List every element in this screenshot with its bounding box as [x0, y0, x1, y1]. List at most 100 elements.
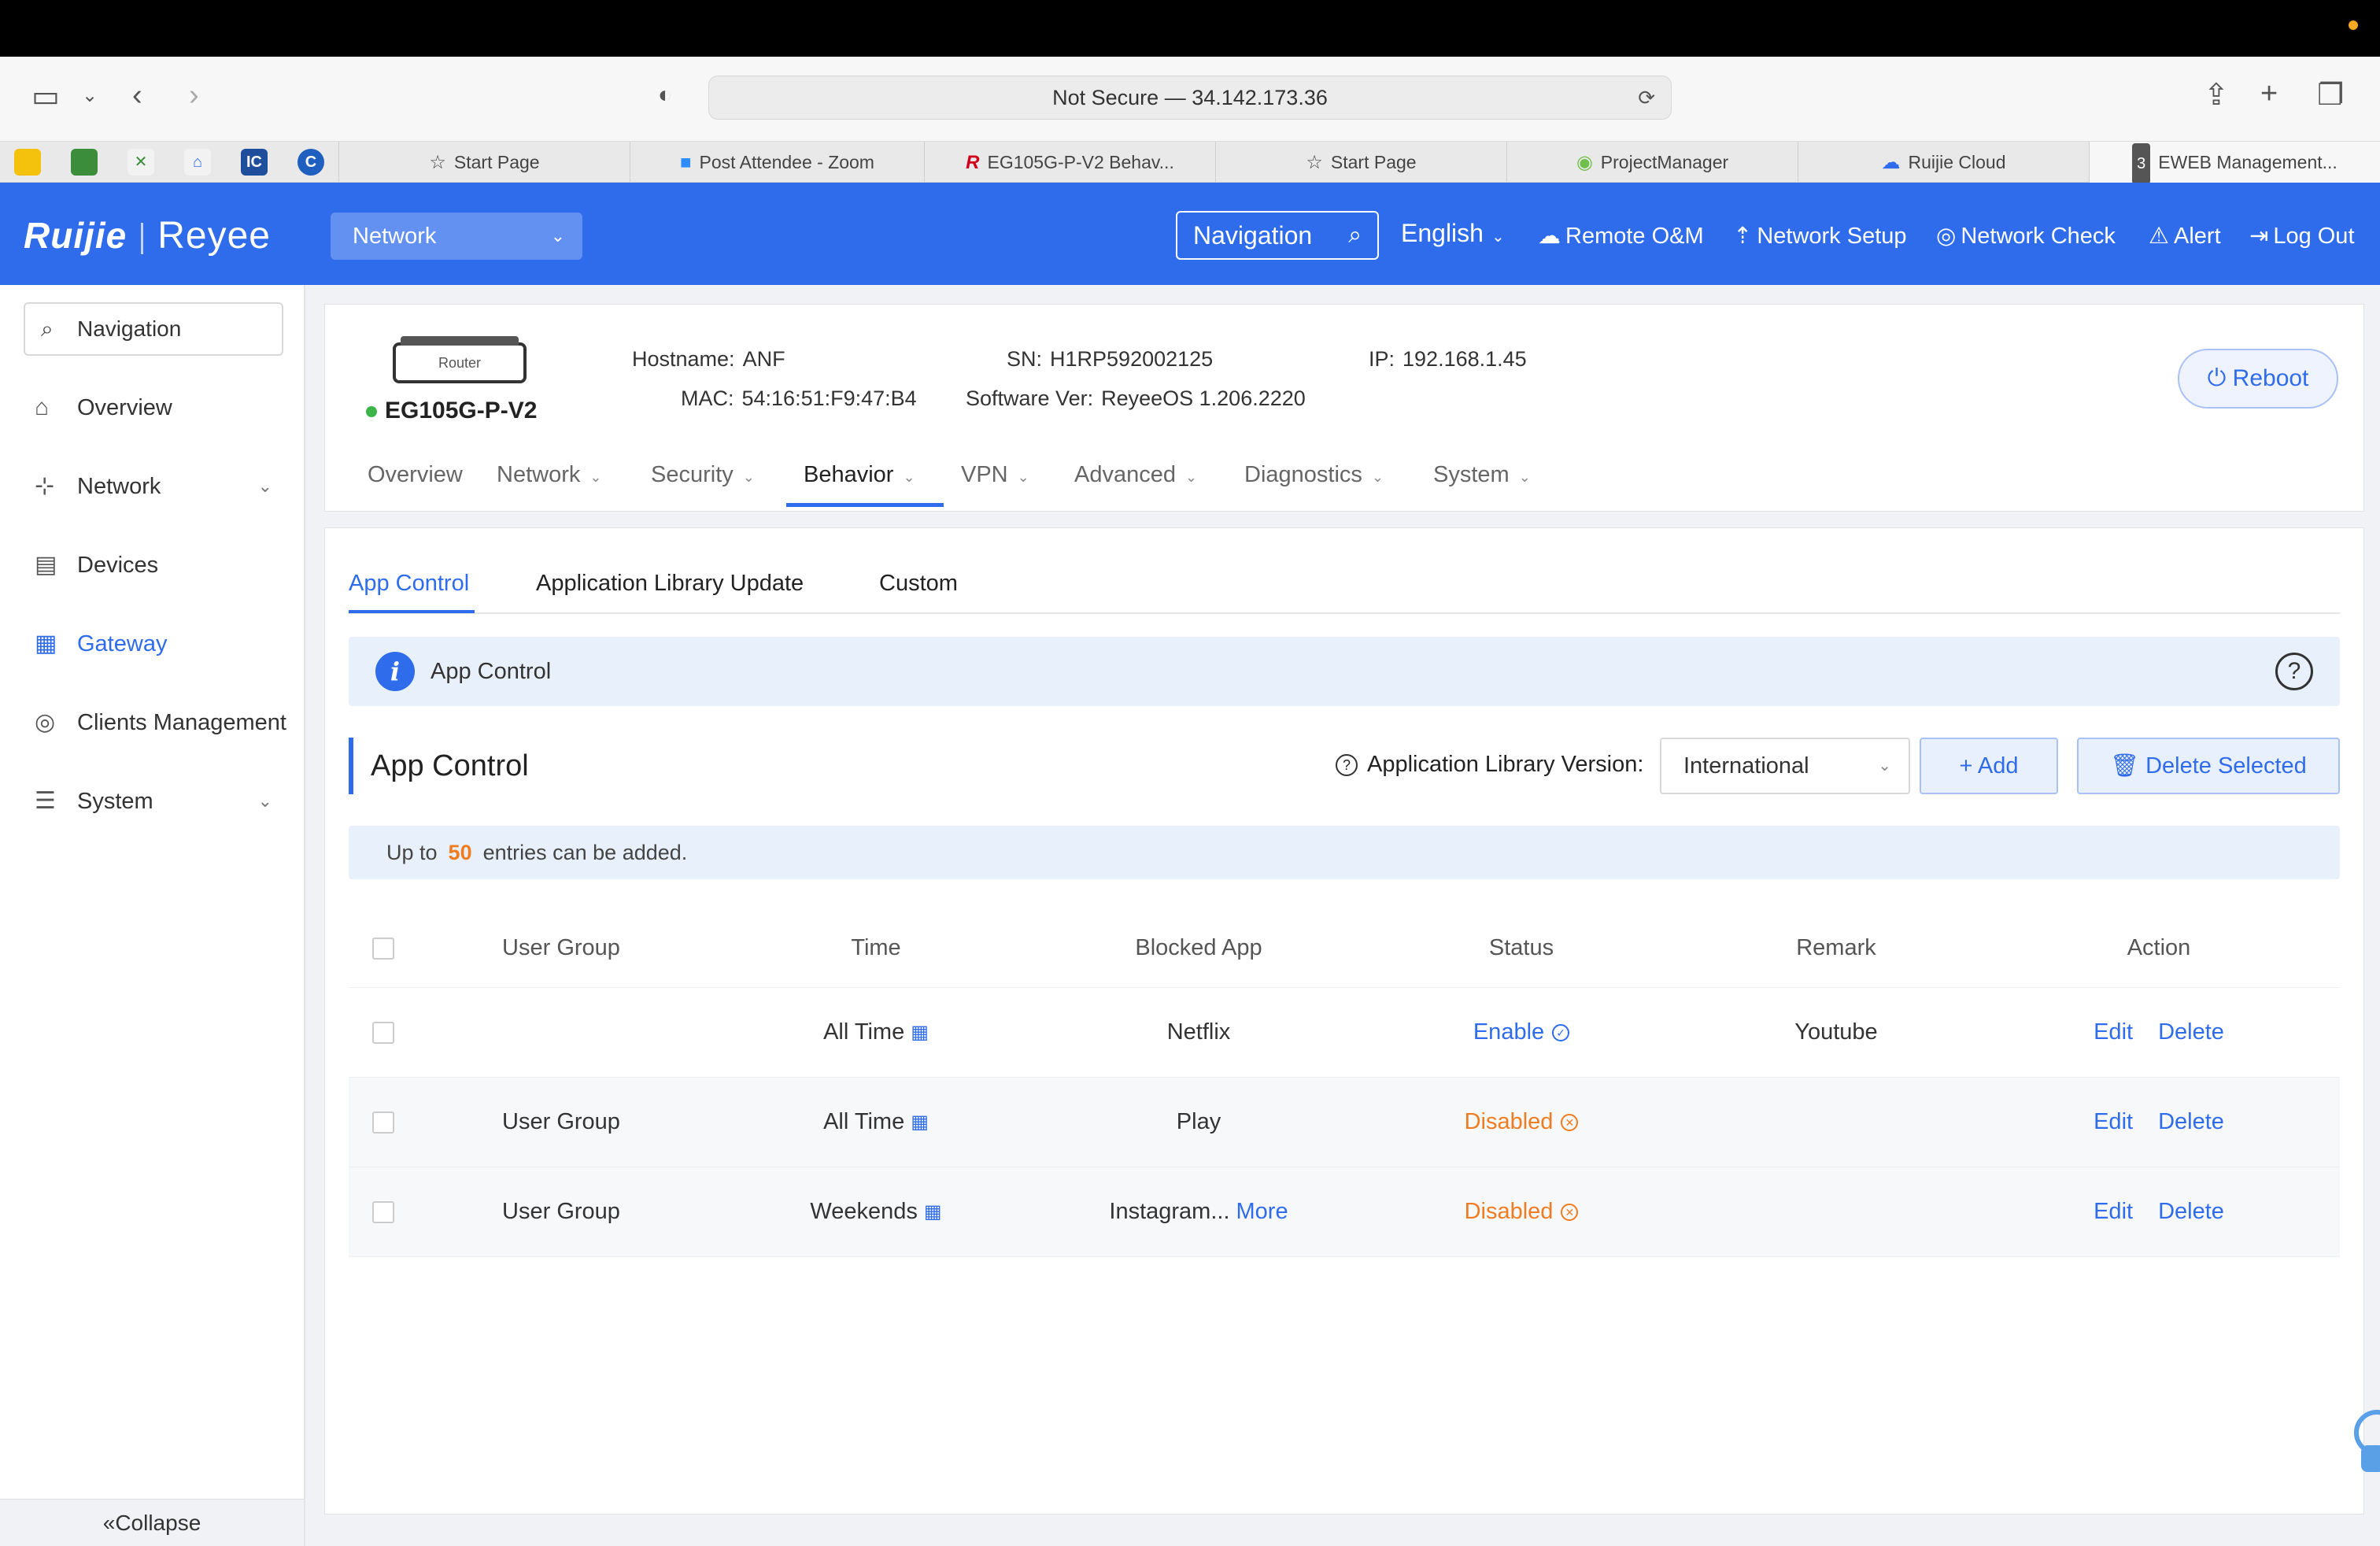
navigation-search-button[interactable]: Navigation ⌕	[1176, 211, 1379, 260]
sidebar-item-network[interactable]: ⊹ Network ⌄	[0, 463, 304, 510]
favicon-bookmark-ic[interactable]: IC	[241, 149, 268, 176]
support-chat-icon[interactable]	[2345, 1401, 2380, 1477]
tab-overview-icon[interactable]: ❐	[2317, 80, 2344, 110]
url-bar[interactable]: Not Secure — 34.142.173.36 ⟳	[708, 76, 1672, 120]
logout-link[interactable]: ⇥ Log Out	[2249, 222, 2355, 250]
devices-icon: ▤	[35, 552, 57, 578]
more-link[interactable]: More	[1236, 1199, 1288, 1225]
subtab-custom[interactable]: Custom	[879, 571, 958, 597]
header-time: Time	[851, 935, 901, 960]
star-icon: ☆	[1306, 152, 1323, 173]
tab-system[interactable]: System ⌄	[1433, 462, 1531, 488]
calendar-icon[interactable]: ▦	[911, 1111, 929, 1134]
tab-eweb-management[interactable]: 3 EWEB Management...	[2089, 142, 2380, 183]
tab-vpn[interactable]: VPN ⌄	[961, 462, 1029, 488]
alert-link[interactable]: ⚠ Alert	[2149, 222, 2221, 250]
delete-link[interactable]: Delete	[2158, 1019, 2224, 1045]
active-tab-indicator	[786, 503, 944, 507]
shield-icon[interactable]: ◐	[658, 83, 672, 107]
sidebar-toggle-icon[interactable]: ▭	[31, 82, 60, 112]
tab-security[interactable]: Security ⌄	[651, 462, 755, 488]
favicon-bookmark-1[interactable]	[14, 149, 41, 176]
sidebar-item-clients-management[interactable]: ◎ Clients Management	[0, 699, 304, 746]
tab-eg105g[interactable]: R EG105G-P-V2 Behav...	[924, 142, 1215, 183]
reboot-button[interactable]: ⏻ Reboot	[2178, 349, 2338, 409]
subtab-app-control[interactable]: App Control	[349, 571, 469, 597]
ip-info: IP: 192.168.1.45	[1369, 347, 1527, 371]
tab-diagnostics[interactable]: Diagnostics ⌄	[1244, 462, 1384, 488]
row-checkbox[interactable]	[372, 1021, 394, 1044]
add-button[interactable]: + Add	[1920, 738, 2058, 794]
row-checkbox[interactable]	[372, 1111, 394, 1134]
collapse-button[interactable]: «Collapse	[0, 1499, 304, 1546]
app-control-table: User Group Time Blocked App Status Remar…	[349, 909, 2340, 1257]
active-subtab-indicator	[349, 610, 475, 613]
section-title: App Control	[349, 738, 529, 794]
network-setup-link[interactable]: ⇡ Network Setup	[1733, 222, 1907, 250]
row-checkbox[interactable]	[372, 1200, 394, 1223]
question-icon[interactable]: ?	[1336, 754, 1358, 777]
chevron-down-icon[interactable]: ⌄	[82, 87, 98, 105]
forward-icon[interactable]: ›	[189, 80, 199, 110]
sidebar-item-system[interactable]: ☰ System ⌄	[0, 778, 304, 825]
delete-link[interactable]: Delete	[2158, 1199, 2224, 1225]
cell-status[interactable]: Disabled ✕	[1395, 1167, 1647, 1256]
help-icon[interactable]: ?	[2275, 653, 2313, 690]
cell-time: All Time ▦	[823, 1109, 929, 1134]
subtab-application-library-update[interactable]: Application Library Update	[536, 571, 804, 597]
language-select[interactable]: English ⌄	[1401, 219, 1505, 248]
favicon-bookmark-c[interactable]: C	[298, 149, 324, 176]
tab-network[interactable]: Network ⌄	[497, 462, 601, 488]
favicon-bookmark-2[interactable]	[71, 149, 98, 176]
online-status-icon	[366, 406, 377, 418]
tab-start-page-2[interactable]: ☆ Start Page	[1215, 142, 1506, 183]
tab-ruijie-cloud[interactable]: ☁ Ruijie Cloud	[1798, 142, 2089, 183]
sidebar-search-input[interactable]: ⌕ Navigation	[24, 302, 283, 356]
sidebar-item-overview[interactable]: ⌂ Overview	[0, 384, 304, 431]
trash-icon: 🗑	[2110, 753, 2139, 779]
share-icon[interactable]: ⇪	[2204, 80, 2229, 110]
delete-link[interactable]: Delete	[2158, 1109, 2224, 1135]
select-all-checkbox[interactable]	[372, 937, 394, 960]
edit-link[interactable]: Edit	[2094, 1109, 2133, 1135]
library-version-select[interactable]: International ⌄	[1660, 738, 1910, 794]
home-bookmark-icon[interactable]: ⌂	[184, 149, 211, 176]
edit-link[interactable]: Edit	[2094, 1199, 2133, 1225]
chevron-down-icon: ⌄	[1017, 469, 1029, 485]
remote-om-link[interactable]: ☁ Remote O&M	[1538, 222, 1704, 250]
check-circle-icon: ✓	[1552, 1023, 1570, 1041]
tab-projectmanager[interactable]: ◉ ProjectManager	[1506, 142, 1798, 183]
cell-status[interactable]: Enable ✓	[1395, 988, 1647, 1077]
sidebar-item-devices[interactable]: ▤ Devices	[0, 542, 304, 589]
cell-status[interactable]: Disabled ✕	[1395, 1078, 1647, 1167]
cell-action: Edit Delete	[2025, 1078, 2293, 1167]
edit-link[interactable]: Edit	[2094, 1019, 2133, 1045]
reload-icon[interactable]: ⟳	[1638, 76, 1655, 119]
tab-zoom[interactable]: ■ Post Attendee - Zoom	[630, 142, 924, 183]
calendar-icon[interactable]: ▦	[924, 1200, 942, 1223]
network-check-link[interactable]: ◎ Network Check	[1936, 222, 2116, 250]
new-tab-icon[interactable]: +	[2260, 79, 2278, 109]
delete-selected-button[interactable]: 🗑 Delete Selected	[2077, 738, 2340, 794]
back-icon[interactable]: ‹	[132, 80, 142, 110]
tab-behavior[interactable]: Behavior ⌄	[804, 462, 915, 488]
favicon-bookmark-3[interactable]: ✕	[128, 149, 154, 176]
check-icon: ◎	[1936, 224, 1957, 249]
tab-overview[interactable]: Overview	[368, 462, 463, 488]
sidebar-item-gateway[interactable]: ▦ Gateway	[0, 620, 304, 668]
library-version-label: ? Application Library Version:	[1336, 752, 1643, 778]
cell-remark	[1710, 1167, 1962, 1256]
mac-info: MAC: 54:16:51:F9:47:B4	[681, 386, 917, 410]
entry-limit-notice: Up to 50 entries can be added.	[349, 826, 2340, 879]
header-user-group: User Group	[502, 935, 620, 960]
cell-blocked-app: Instagram... More	[1109, 1199, 1288, 1225]
gateway-icon: ▦	[35, 631, 57, 656]
software-info: Software Ver: ReyeeOS 1.206.2220	[966, 386, 1306, 410]
chevron-down-icon: ⌄	[742, 469, 755, 485]
chevron-down-icon: ⌄	[1491, 228, 1505, 246]
calendar-icon[interactable]: ▦	[911, 1021, 929, 1044]
network-select[interactable]: Network ⌄	[331, 213, 582, 260]
tab-start-page-1[interactable]: ☆ Start Page	[338, 142, 630, 183]
tab-advanced[interactable]: Advanced ⌄	[1074, 462, 1197, 488]
chevron-down-icon: ⌄	[1185, 469, 1198, 485]
